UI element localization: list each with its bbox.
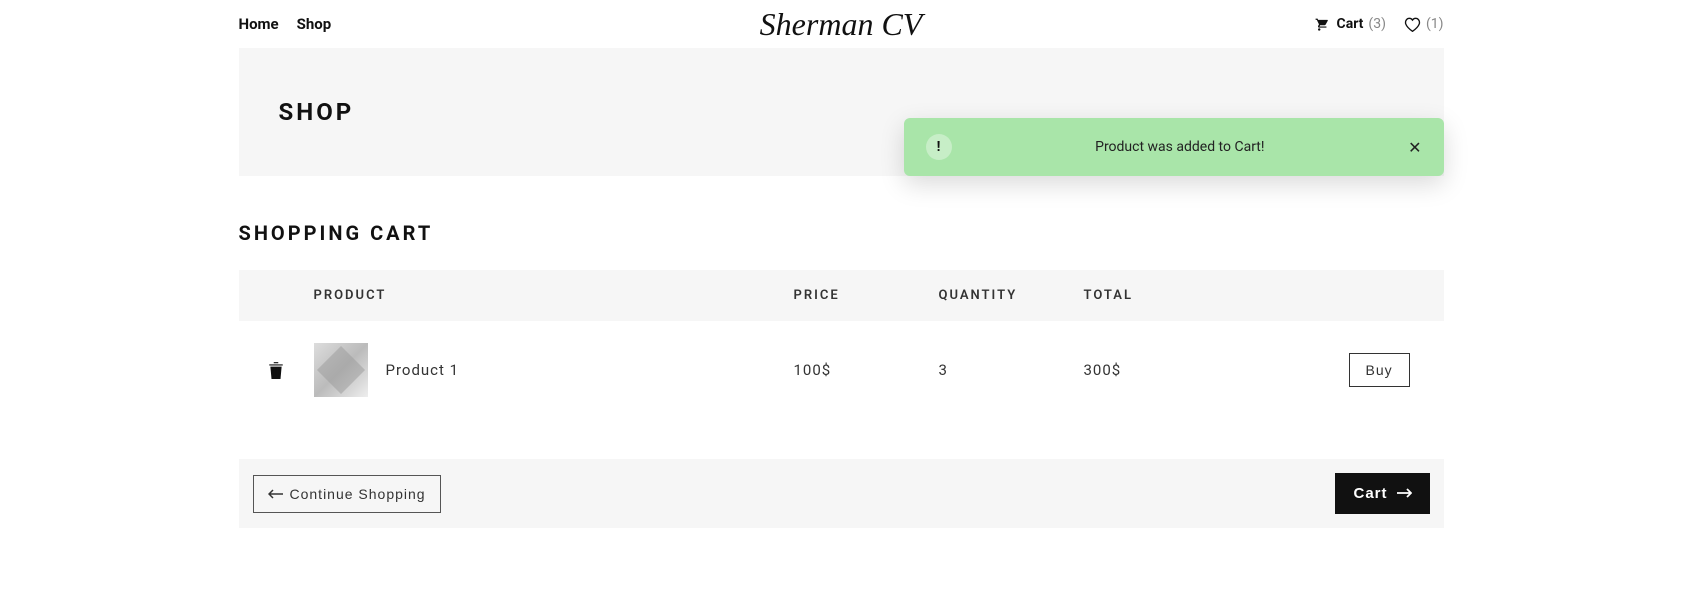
toast-close-button[interactable]: ✕ xyxy=(1408,138,1421,157)
toast-notification: ! Product was added to Cart! ✕ xyxy=(904,118,1444,176)
cart-label: Cart xyxy=(1337,16,1364,32)
nav-shop-link[interactable]: Shop xyxy=(297,15,332,33)
exclamation-icon: ! xyxy=(926,134,952,160)
remove-item-button[interactable] xyxy=(239,361,314,379)
product-total: 300$ xyxy=(1084,361,1349,379)
cart-link[interactable]: Cart (3) xyxy=(1315,16,1386,32)
header: Home Shop Sherman CV Cart (3) (1) xyxy=(239,0,1444,48)
wishlist-link[interactable]: (1) xyxy=(1404,16,1444,32)
header-total: TOTAL xyxy=(1084,288,1349,303)
arrow-right-icon xyxy=(1396,485,1412,502)
continue-shopping-button[interactable]: Continue Shopping xyxy=(253,475,441,513)
toast-message: Product was added to Cart! xyxy=(952,139,1409,155)
trash-icon xyxy=(268,361,284,379)
header-quantity: QUANTITY xyxy=(939,288,1084,303)
cart-button-label: Cart xyxy=(1353,485,1387,502)
site-logo[interactable]: Sherman CV xyxy=(760,6,923,43)
product-name: Product 1 xyxy=(386,361,460,379)
product-quantity: 3 xyxy=(939,361,1084,379)
cart-count: (3) xyxy=(1368,16,1386,32)
nav-left: Home Shop xyxy=(239,15,332,33)
cart-table: PRODUCT PRICE QUANTITY TOTAL Product 1 1… xyxy=(239,270,1444,419)
product-thumbnail[interactable] xyxy=(314,343,368,397)
goto-cart-button[interactable]: Cart xyxy=(1335,473,1429,514)
header-product: PRODUCT xyxy=(314,288,794,303)
wishlist-count: (1) xyxy=(1426,16,1444,32)
table-row: Product 1 100$ 3 300$ Buy xyxy=(239,321,1444,419)
cart-title: SHOPPING CART xyxy=(239,221,1444,245)
cart-table-header: PRODUCT PRICE QUANTITY TOTAL xyxy=(239,270,1444,321)
product-cell: Product 1 xyxy=(314,343,794,397)
header-price: PRICE xyxy=(794,288,939,303)
nav-home-link[interactable]: Home xyxy=(239,15,279,33)
page-banner: SHOP ! Product was added to Cart! ✕ xyxy=(239,48,1444,176)
nav-right: Cart (3) (1) xyxy=(1315,16,1444,32)
heart-icon xyxy=(1404,17,1421,32)
cart-footer: Continue Shopping Cart xyxy=(239,459,1444,528)
continue-label: Continue Shopping xyxy=(290,486,426,502)
product-price: 100$ xyxy=(794,361,939,379)
cart-icon xyxy=(1315,17,1332,32)
buy-button[interactable]: Buy xyxy=(1349,353,1410,387)
arrow-left-icon xyxy=(268,486,284,502)
